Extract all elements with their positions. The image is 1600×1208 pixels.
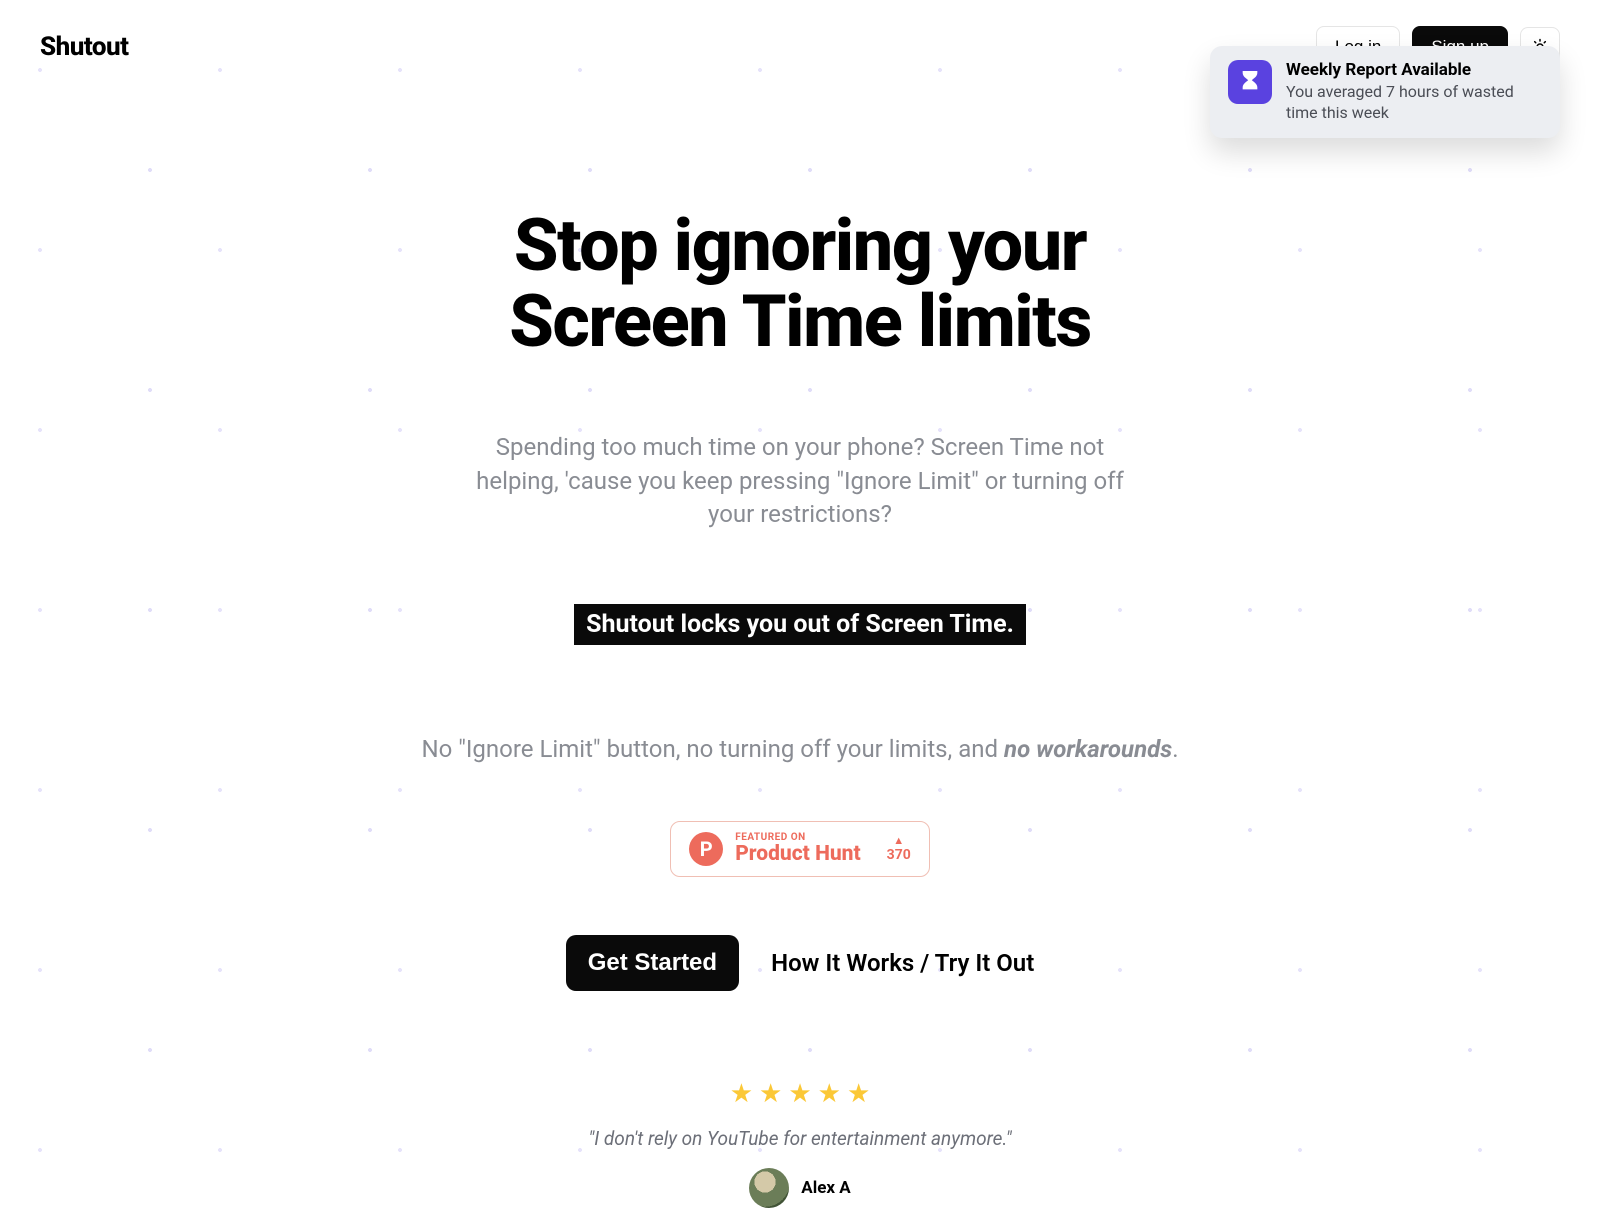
hourglass-icon xyxy=(1228,60,1272,104)
hero-no-workarounds: No "Ignore Limit" button, no turning off… xyxy=(350,735,1250,763)
review-card: ★ ★ ★ ★ ★ "I don't rely on YouTube for e… xyxy=(350,1079,1250,1208)
notification-toast[interactable]: Weekly Report Available You averaged 7 h… xyxy=(1210,46,1560,138)
logo[interactable]: Shutout xyxy=(40,32,129,62)
hero-subtitle: Spending too much time on your phone? Sc… xyxy=(460,431,1140,532)
cta-row: Get Started How It Works / Try It Out xyxy=(350,935,1250,991)
notification-title: Weekly Report Available xyxy=(1286,60,1542,80)
notification-body: You averaged 7 hours of wasted time this… xyxy=(1286,82,1542,124)
reviewer: Alex A xyxy=(350,1168,1250,1208)
hero-highlight: Shutout locks you out of Screen Time. xyxy=(574,604,1026,645)
product-hunt-votes: ▲ 370 xyxy=(887,834,911,863)
star-icon: ★ xyxy=(730,1079,753,1109)
get-started-button[interactable]: Get Started xyxy=(566,935,739,991)
star-icon: ★ xyxy=(847,1079,870,1109)
review-stars: ★ ★ ★ ★ ★ xyxy=(350,1079,1250,1109)
how-it-works-link[interactable]: How It Works / Try It Out xyxy=(771,949,1034,977)
product-hunt-badge[interactable]: P FEATURED ON Product Hunt ▲ 370 xyxy=(670,821,930,877)
upvote-icon: ▲ xyxy=(887,834,911,847)
hero-title: Stop ignoring your Screen Time limits xyxy=(350,208,1250,359)
product-hunt-icon: P xyxy=(689,832,723,866)
product-hunt-name: Product Hunt xyxy=(735,843,860,865)
reviewer-name: Alex A xyxy=(801,1178,850,1198)
notification-content: Weekly Report Available You averaged 7 h… xyxy=(1286,60,1542,124)
star-icon: ★ xyxy=(818,1079,841,1109)
star-icon: ★ xyxy=(788,1079,811,1109)
review-text: "I don't rely on YouTube for entertainme… xyxy=(350,1127,1250,1150)
avatar xyxy=(749,1168,789,1208)
star-icon: ★ xyxy=(759,1079,782,1109)
